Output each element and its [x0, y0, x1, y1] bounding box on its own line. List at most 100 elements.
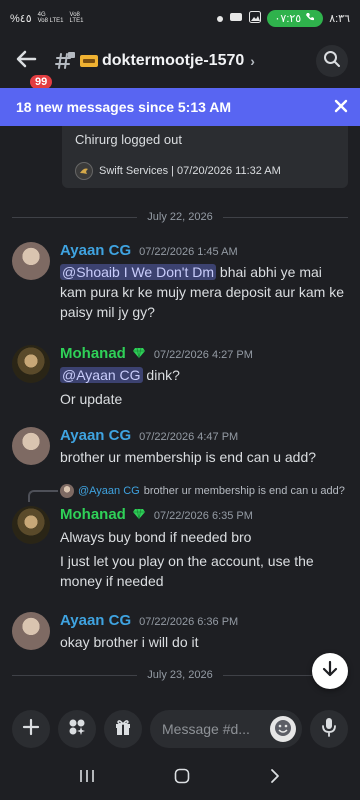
system-nav-bar [0, 756, 360, 800]
message-text: Always buy bond if needed bro [60, 529, 252, 545]
reply-preview[interactable]: @Ayaan CG brother ur membership is end c… [60, 484, 345, 498]
date-divider-label: July 22, 2026 [147, 211, 213, 223]
add-attachment-button[interactable] [12, 710, 50, 748]
author-name: Mohanad [60, 345, 126, 362]
network-sub-1: Vo8 LTE1 [37, 18, 64, 24]
divider-line [12, 216, 138, 218]
status-left: %٤٥ 4G Vo8 LTE1 Vo8 LTE1 [10, 12, 83, 25]
call-pill[interactable]: ٠٧:٢٥ [266, 9, 324, 27]
avatar[interactable] [12, 345, 50, 383]
banner-text: 18 new messages since 5:13 AM [16, 99, 232, 115]
arrow-left-icon [15, 50, 37, 73]
microphone-icon [321, 717, 337, 742]
new-messages-banner[interactable]: 18 new messages since 5:13 AM [0, 88, 360, 126]
message-content: @Shoaib I We Don't Dm bhai abhi ye mai k… [60, 262, 345, 322]
message-text: dink? [142, 367, 180, 383]
back-nav-button[interactable] [269, 768, 281, 789]
author-name: Mohanad [60, 506, 126, 523]
message-timestamp: 07/22/2026 6:35 PM [153, 510, 253, 522]
date-divider-label: July 23, 2026 [147, 669, 213, 681]
date-divider: July 23, 2026 [12, 668, 348, 682]
divider-line [222, 216, 348, 218]
log-embed: Chirurg logged out Swift Services | 07/2… [62, 126, 348, 188]
dot-icon [216, 11, 223, 25]
channel-hash-icon [54, 51, 76, 71]
reply-author: @Ayaan CG [78, 485, 140, 497]
chevron-right-nav-icon [269, 768, 281, 788]
avatar[interactable] [12, 612, 50, 650]
voice-message-button[interactable] [310, 710, 348, 748]
notification-icon [229, 11, 243, 26]
message-list[interactable]: Chirurg logged out Swift Services | 07/2… [0, 126, 360, 702]
message-content-line: I just let you play on the account, use … [60, 553, 314, 589]
phone-icon [305, 12, 315, 25]
channel-title[interactable]: doktermootje-1570 › [80, 52, 255, 70]
divider-line [12, 674, 138, 676]
swift-services-icon [75, 162, 93, 180]
message-text: okay brother i will do it [60, 634, 199, 650]
user-mention[interactable]: @Shoaib I We Don't Dm [60, 264, 217, 280]
author-name: Ayaan CG [60, 242, 132, 259]
message-timestamp: 07/22/2026 4:27 PM [153, 349, 253, 361]
message-author[interactable]: Ayaan CG 07/22/2026 1:45 AM [60, 242, 238, 259]
author-name: Ayaan CG [60, 427, 132, 444]
date-divider: July 22, 2026 [12, 210, 348, 224]
apps-icon [67, 717, 87, 742]
recents-icon [79, 769, 95, 787]
avatar[interactable] [12, 242, 50, 280]
message-timestamp: 07/22/2026 4:47 PM [139, 431, 239, 443]
message-content-line: Or update [60, 391, 123, 407]
reply-avatar [60, 484, 74, 498]
message-content: @Ayaan CG dink? [60, 365, 345, 385]
back-button[interactable]: 99 [12, 47, 55, 91]
home-button[interactable] [174, 768, 190, 789]
author-name: Ayaan CG [60, 612, 132, 629]
emoji-button[interactable] [270, 716, 296, 742]
arrow-down-icon [322, 660, 338, 683]
battery-percent: %٤٥ [10, 12, 32, 25]
jump-to-bottom-button[interactable] [312, 653, 348, 689]
status-bar: %٤٥ 4G Vo8 LTE1 Vo8 LTE1 ٠٧:٢٥ ٨:٣٦ [0, 0, 360, 36]
avatar[interactable] [12, 427, 50, 465]
close-icon [334, 99, 348, 116]
chevron-right-icon: › [250, 53, 255, 69]
network-indicator-1: 4G Vo8 LTE1 [38, 12, 64, 24]
channel-header: 99 doktermootje-1570 › [0, 36, 360, 91]
user-mention[interactable]: @Ayaan CG [60, 367, 143, 383]
message-input[interactable]: Message #d... [150, 710, 302, 748]
channel-name: doktermootje-1570 [102, 52, 245, 69]
network-sub-2: LTE1 [69, 18, 84, 24]
message-author[interactable]: Ayaan CG 07/22/2026 6:36 PM [60, 612, 238, 629]
embed-footer: Swift Services | 07/20/2026 11:32 AM [75, 162, 281, 180]
gift-button[interactable] [104, 710, 142, 748]
message-timestamp: 07/22/2026 6:36 PM [139, 616, 239, 628]
gift-icon [114, 718, 132, 741]
message-text: brother ur membership is end can u add? [60, 449, 317, 465]
search-icon [323, 50, 341, 73]
network-indicator-2: Vo8 LTE1 [70, 12, 84, 24]
message-author[interactable]: Mohanad 07/22/2026 6:35 PM [60, 506, 253, 523]
avatar[interactable] [12, 506, 50, 544]
message-composer: Message #d... [0, 704, 360, 754]
reply-text: brother ur membership is end can u add? [143, 485, 345, 497]
close-banner-button[interactable] [334, 99, 348, 116]
message-input-placeholder: Message #d... [162, 721, 250, 737]
message-timestamp: 07/22/2026 1:45 AM [139, 246, 238, 258]
apps-button[interactable] [58, 710, 96, 748]
search-button[interactable] [316, 45, 348, 77]
plus-icon [22, 718, 40, 741]
gallery-icon [248, 10, 261, 26]
embed-text: Chirurg logged out [75, 132, 182, 147]
recents-button[interactable] [79, 769, 95, 788]
emoji-icon [274, 719, 292, 740]
app-root: %٤٥ 4G Vo8 LTE1 Vo8 LTE1 ٠٧:٢٥ ٨:٣٦ 99 d… [0, 0, 360, 800]
embed-footer-text: Swift Services | 07/20/2026 11:32 AM [99, 165, 281, 177]
gem-icon [132, 508, 145, 520]
ticket-icon [80, 55, 98, 67]
status-right: ٠٧:٢٥ ٨:٣٦ [216, 9, 350, 27]
message-author[interactable]: Mohanad 07/22/2026 4:27 PM [60, 345, 253, 362]
gem-icon [132, 347, 145, 359]
clock: ٨:٣٦ [329, 12, 350, 25]
message-author[interactable]: Ayaan CG 07/22/2026 4:47 PM [60, 427, 238, 444]
reply-connector [28, 490, 58, 502]
